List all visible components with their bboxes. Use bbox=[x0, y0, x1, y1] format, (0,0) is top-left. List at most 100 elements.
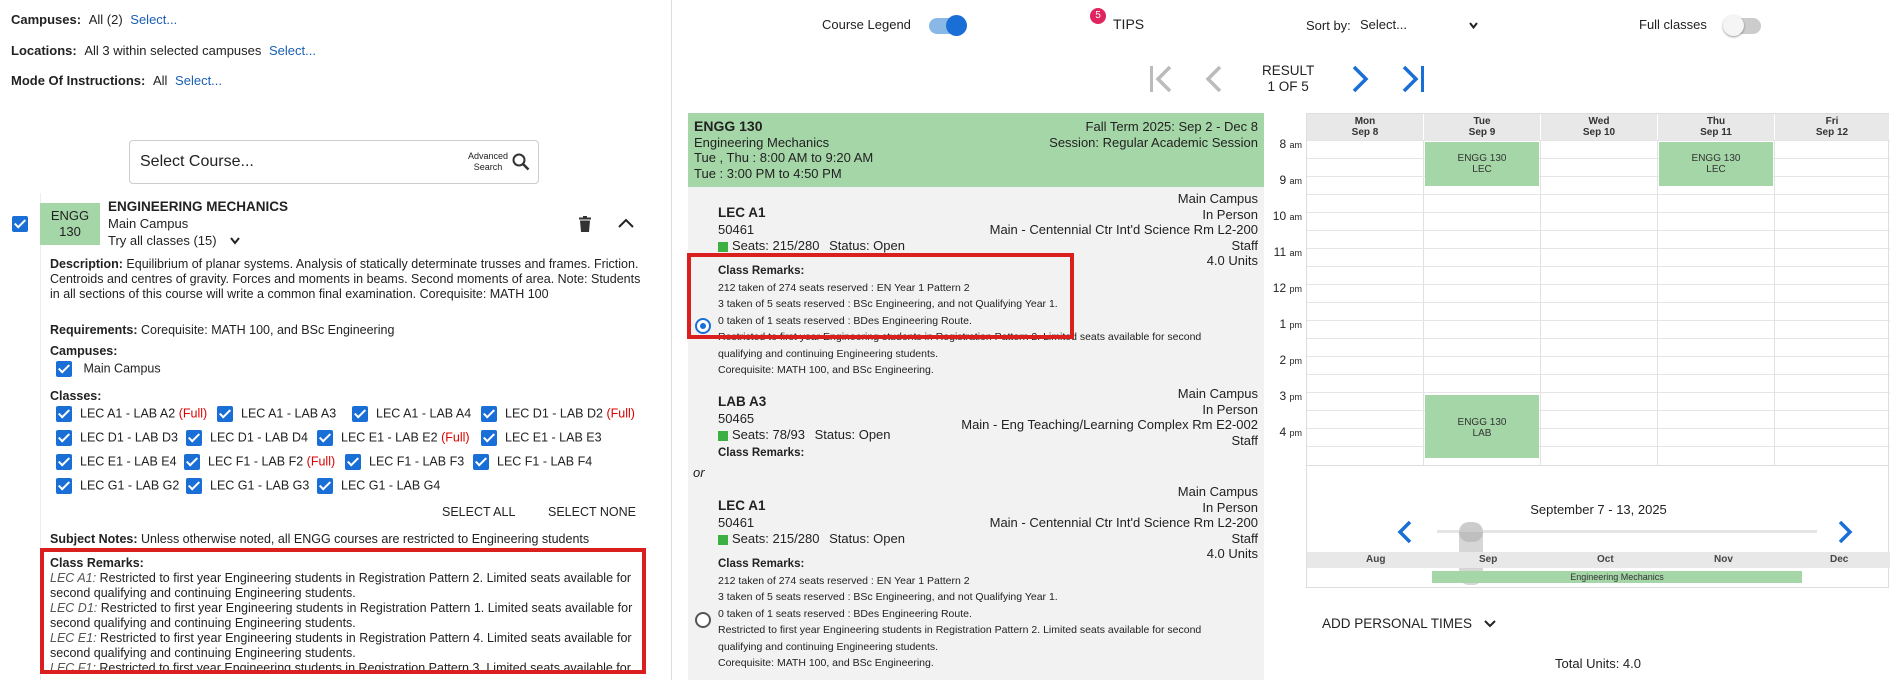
next-page-icon[interactable] bbox=[1350, 64, 1370, 94]
class-checkbox[interactable] bbox=[56, 478, 72, 494]
chevron-down-icon bbox=[1469, 22, 1478, 29]
class-option[interactable]: LEC G1 - LAB G2 bbox=[56, 478, 179, 494]
or-separator: or bbox=[693, 465, 705, 480]
requirements-text: Corequisite: MATH 100, and BSc Engineeri… bbox=[141, 323, 395, 337]
full-classes-toggle[interactable]: Full classes bbox=[1639, 14, 1761, 36]
class-option[interactable]: LEC F1 - LAB F4 bbox=[473, 454, 592, 470]
subject-notes-text: Unless otherwise noted, all ENGG courses… bbox=[141, 532, 590, 546]
course-checkbox[interactable] bbox=[12, 215, 28, 232]
advanced-search-button[interactable]: Advanced Search bbox=[468, 151, 508, 173]
calendar-event-lab[interactable]: ENGG 130 LAB bbox=[1425, 395, 1539, 458]
class-option[interactable]: LEC D1 - LAB D4 bbox=[186, 430, 308, 446]
class-option[interactable]: LEC G1 - LAB G4 bbox=[317, 478, 440, 494]
class-option[interactable]: LEC A1 - LAB A3 bbox=[217, 406, 336, 422]
class-checkbox[interactable] bbox=[345, 454, 361, 470]
section-number: 50461 bbox=[718, 222, 755, 237]
modes-select-link[interactable]: Select... bbox=[175, 73, 222, 88]
class-option[interactable]: LEC A1 - LAB A4 bbox=[352, 406, 471, 422]
result-position: 1 OF 5 bbox=[1267, 79, 1309, 94]
class-option[interactable]: LEC E1 - LAB E2 (Full) bbox=[317, 430, 470, 446]
week-slider-track[interactable] bbox=[1437, 530, 1817, 533]
month-label: Dec bbox=[1830, 554, 1849, 565]
campus-option-main[interactable]: Main Campus bbox=[56, 361, 161, 377]
day-name: Fri bbox=[1825, 116, 1839, 127]
remark-text: Restricted to first year Engineering stu… bbox=[50, 631, 632, 660]
class-option[interactable]: LEC E1 - LAB E4 bbox=[56, 454, 177, 470]
class-checkbox[interactable] bbox=[56, 406, 72, 422]
campuses-value: All (2) bbox=[88, 12, 123, 27]
class-option[interactable]: LEC A1 - LAB A2 (Full) bbox=[56, 406, 207, 422]
locations-value: All 3 within selected campuses bbox=[84, 43, 262, 58]
subject-notes: Subject Notes: Unless otherwise noted, a… bbox=[50, 532, 589, 546]
class-checkbox[interactable] bbox=[317, 478, 333, 494]
previous-week-icon[interactable] bbox=[1397, 520, 1413, 544]
class-checkbox[interactable] bbox=[317, 430, 333, 446]
last-page-icon[interactable] bbox=[1400, 64, 1426, 94]
section-remarks-label: Class Remarks: bbox=[718, 558, 805, 570]
class-checkbox[interactable] bbox=[184, 454, 200, 470]
month-label: Oct bbox=[1597, 554, 1614, 565]
section-instructor: Staff bbox=[1231, 530, 1258, 546]
course-legend-toggle[interactable]: Course Legend bbox=[822, 14, 967, 36]
calendar-event-lec[interactable]: ENGG 130 LEC bbox=[1425, 142, 1539, 186]
result-label: RESULT bbox=[1262, 63, 1315, 78]
hour-label: 9 am bbox=[1262, 173, 1302, 187]
chevron-down-icon bbox=[230, 237, 241, 245]
class-checkbox[interactable] bbox=[186, 478, 202, 494]
section-number: 50461 bbox=[718, 515, 755, 530]
class-checkbox[interactable] bbox=[481, 430, 497, 446]
class-option[interactable]: LEC D1 - LAB D3 bbox=[56, 430, 178, 446]
campuses-label: Campuses: bbox=[11, 12, 82, 27]
course-legend-switch[interactable] bbox=[928, 14, 967, 36]
select-none-button[interactable]: SELECT NONE bbox=[548, 505, 636, 519]
event-course: ENGG 130 bbox=[1691, 153, 1741, 164]
first-page-icon[interactable] bbox=[1148, 64, 1174, 94]
hour-number: 1 bbox=[1279, 317, 1287, 331]
class-checkbox[interactable] bbox=[56, 454, 72, 470]
course-code-number: 130 bbox=[59, 224, 81, 239]
campus-checkbox[interactable] bbox=[56, 361, 72, 377]
section-radio[interactable] bbox=[695, 612, 711, 628]
class-checkbox[interactable] bbox=[186, 430, 202, 446]
class-option[interactable]: LEC G1 - LAB G3 bbox=[186, 478, 309, 494]
class-option[interactable]: LEC F1 - LAB F2 (Full) bbox=[184, 454, 335, 470]
result-panel: ENGG 130 Engineering Mechanics Tue , Thu… bbox=[688, 113, 1264, 680]
seat-status-indicator bbox=[718, 430, 728, 441]
section-room: Main - Centennial Ctr Int'd Science Rm L… bbox=[989, 222, 1258, 237]
calendar-event-lec[interactable]: ENGG 130 LEC bbox=[1659, 142, 1773, 186]
chevron-up-icon[interactable] bbox=[618, 218, 634, 228]
sort-by-select[interactable]: Select... bbox=[1360, 17, 1478, 32]
month-label: Aug bbox=[1366, 554, 1386, 565]
classes-label: Classes: bbox=[50, 389, 102, 403]
select-course-input[interactable]: Select Course... Advanced Search bbox=[129, 140, 539, 184]
section-title: LEC A1 bbox=[718, 205, 766, 220]
class-checkbox[interactable] bbox=[352, 406, 368, 422]
class-checkbox[interactable] bbox=[217, 406, 233, 422]
trash-icon[interactable] bbox=[578, 216, 592, 233]
class-full-tag: (Full) bbox=[606, 406, 635, 421]
class-checkbox[interactable] bbox=[56, 430, 72, 446]
campuses-select-link[interactable]: Select... bbox=[130, 12, 177, 27]
class-checkbox[interactable] bbox=[481, 406, 497, 422]
class-option[interactable]: LEC D1 - LAB D2 (Full) bbox=[481, 406, 635, 422]
section-location: Main Campus In Person Main - Centennial … bbox=[990, 484, 1258, 562]
class-option[interactable]: LEC E1 - LAB E3 bbox=[481, 430, 602, 446]
class-checkbox[interactable] bbox=[473, 454, 489, 470]
previous-page-icon[interactable] bbox=[1204, 64, 1224, 94]
try-classes-dropdown[interactable]: Try all classes (15) bbox=[108, 233, 241, 248]
hour-number: 12 bbox=[1272, 281, 1287, 295]
locations-select-link[interactable]: Select... bbox=[269, 43, 316, 58]
class-full-tag: (Full) bbox=[178, 406, 208, 421]
select-all-button[interactable]: SELECT ALL bbox=[442, 505, 515, 519]
hour-period: pm bbox=[1289, 428, 1302, 438]
class-option[interactable]: LEC F1 - LAB F3 bbox=[345, 454, 464, 470]
next-week-icon[interactable] bbox=[1837, 520, 1853, 544]
class-full-tag: (Full) bbox=[441, 430, 470, 445]
add-personal-times-button[interactable]: ADD PERSONAL TIMES bbox=[1322, 616, 1496, 631]
tips-button[interactable]: TIPS bbox=[1113, 16, 1144, 32]
hour-number: 9 bbox=[1279, 173, 1287, 187]
search-icon[interactable] bbox=[512, 153, 530, 171]
remark-section: LEC F1: bbox=[50, 661, 96, 674]
full-classes-switch[interactable] bbox=[1722, 14, 1761, 36]
hour-label: 1 pm bbox=[1262, 317, 1302, 331]
